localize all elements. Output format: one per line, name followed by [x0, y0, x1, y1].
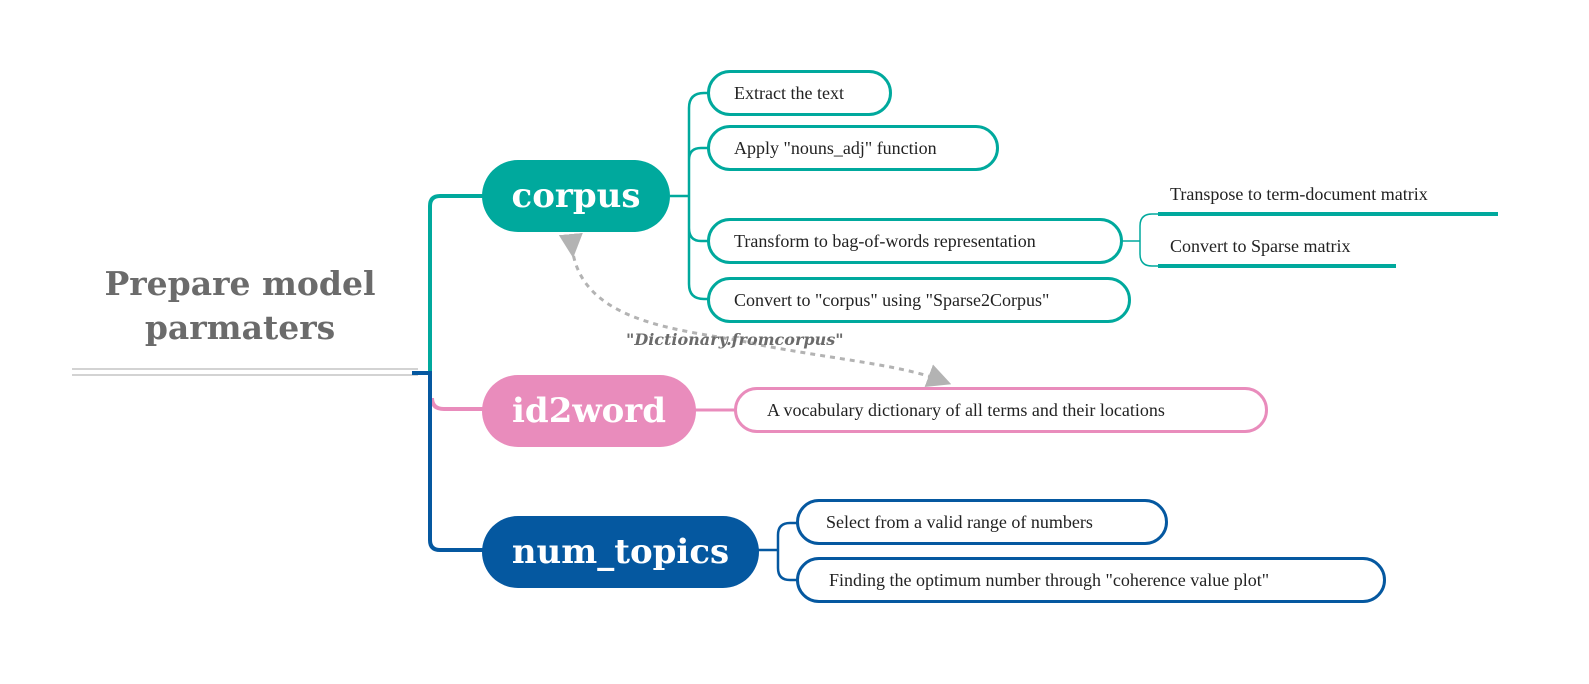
connector-bow-children [1122, 213, 1158, 267]
root-title-line1: Prepare model [104, 264, 376, 303]
topic-corpus-label: corpus [511, 176, 641, 216]
subtopic-label: Apply "nouns_adj" function [734, 137, 937, 158]
subtopic-label: Transpose to term-document matrix [1170, 184, 1428, 204]
connector-corpus [428, 194, 485, 373]
subtopic-label: Convert to Sparse matrix [1170, 236, 1351, 256]
subtopic-transpose[interactable]: Transpose to term-document matrix [1170, 184, 1428, 205]
root-topic[interactable]: Prepare model parmaters [90, 262, 390, 350]
connector-id2word [430, 397, 485, 411]
subtopic-label: Convert to "corpus" using "Sparse2Corpus… [734, 289, 1050, 310]
subtopic-apply-nouns-adj[interactable]: Apply "nouns_adj" function [707, 125, 999, 171]
subtopic-sparse2corpus[interactable]: Convert to "corpus" using "Sparse2Corpus… [707, 277, 1131, 323]
subtopic-convert-sparse[interactable]: Convert to Sparse matrix [1170, 236, 1350, 257]
subtopic-extract-text[interactable]: Extract the text [707, 70, 892, 116]
subtopic-vocabulary-dictionary[interactable]: A vocabulary dictionary of all terms and… [734, 387, 1268, 433]
subtopic-label: Extract the text [734, 82, 844, 103]
topic-corpus[interactable]: corpus [482, 160, 670, 232]
topic-id2word[interactable]: id2word [482, 375, 696, 447]
subtopic-label: A vocabulary dictionary of all terms and… [767, 399, 1165, 420]
subtopic-valid-range[interactable]: Select from a valid range of numbers [796, 499, 1168, 545]
subtopic-bag-of-words[interactable]: Transform to bag-of-words representation [707, 218, 1123, 264]
topic-id2word-label: id2word [512, 391, 666, 431]
connector-num-topics-children [758, 521, 798, 582]
topic-num-topics[interactable]: num_topics [482, 516, 759, 588]
subtopic-label: Finding the optimum number through "cohe… [829, 569, 1270, 590]
subtopic-label: Transform to bag-of-words representation [734, 230, 1036, 251]
relation-label[interactable]: "Dictionary.fromcorpus" [626, 330, 844, 349]
connector-corpus-children [670, 91, 710, 301]
subtopic-coherence-plot[interactable]: Finding the optimum number through "cohe… [796, 557, 1386, 603]
root-title-line2: parmaters [144, 308, 336, 347]
subtopic-label: Select from a valid range of numbers [826, 511, 1093, 532]
topic-num-topics-label: num_topics [511, 532, 730, 572]
connector-num-topics [412, 371, 485, 552]
